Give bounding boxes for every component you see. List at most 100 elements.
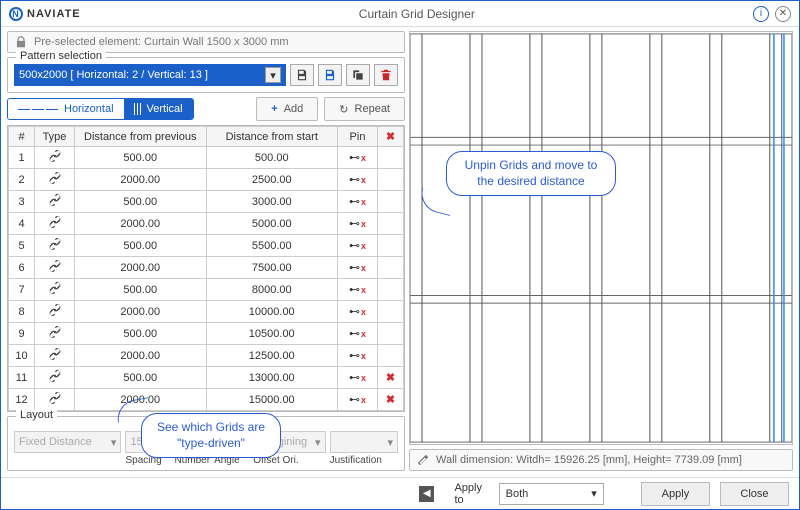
add-button[interactable]: +Add xyxy=(256,97,318,121)
row-type[interactable] xyxy=(35,389,75,411)
row-delete[interactable] xyxy=(378,191,404,213)
row-dstart[interactable]: 12500.00 xyxy=(206,345,338,367)
row-pin[interactable]: ⊷x xyxy=(338,147,378,169)
row-delete[interactable] xyxy=(378,235,404,257)
save-pattern-button[interactable] xyxy=(290,64,314,86)
row-dstart[interactable]: 3000.00 xyxy=(206,191,338,213)
table-row[interactable]: 7500.008000.00⊷x xyxy=(9,279,404,301)
tab-horizontal[interactable]: Horizontal xyxy=(8,99,124,119)
row-type[interactable] xyxy=(35,257,75,279)
row-dstart[interactable]: 15500.00 xyxy=(206,411,338,413)
table-row[interactable]: 11500.0013000.00⊷x✖ xyxy=(9,367,404,389)
table-row[interactable]: 13500.0015500.00⊷x✖ xyxy=(9,411,404,413)
help-icon[interactable]: i xyxy=(753,6,769,22)
row-dstart[interactable]: 2500.00 xyxy=(206,169,338,191)
row-dstart[interactable]: 15000.00 xyxy=(206,389,338,411)
row-delete[interactable] xyxy=(378,169,404,191)
row-dprev[interactable]: 500.00 xyxy=(75,235,207,257)
close-window-icon[interactable]: ✕ xyxy=(775,6,791,22)
row-delete[interactable] xyxy=(378,279,404,301)
applyto-select[interactable]: Both▾ xyxy=(499,483,604,505)
row-delete[interactable] xyxy=(378,301,404,323)
row-dprev[interactable]: 2000.00 xyxy=(75,345,207,367)
row-dprev[interactable]: 2000.00 xyxy=(75,213,207,235)
row-pin[interactable]: ⊷x xyxy=(338,257,378,279)
row-delete[interactable]: ✖ xyxy=(378,411,404,413)
row-type[interactable] xyxy=(35,235,75,257)
row-type[interactable] xyxy=(35,345,75,367)
row-delete[interactable] xyxy=(378,257,404,279)
table-row[interactable]: 5500.005500.00⊷x xyxy=(9,235,404,257)
preview-canvas[interactable] xyxy=(409,31,793,445)
table-row[interactable]: 122000.0015000.00⊷x✖ xyxy=(9,389,404,411)
row-dstart[interactable]: 10000.00 xyxy=(206,301,338,323)
col-delete[interactable]: ✖ xyxy=(378,127,404,147)
row-type[interactable] xyxy=(35,279,75,301)
row-pin[interactable]: ⊷x xyxy=(338,191,378,213)
row-pin[interactable]: ⊷x xyxy=(338,367,378,389)
table-row[interactable]: 102000.0012500.00⊷x xyxy=(9,345,404,367)
table-row[interactable]: 82000.0010000.00⊷x xyxy=(9,301,404,323)
row-dstart[interactable]: 13000.00 xyxy=(206,367,338,389)
row-pin[interactable]: ⊷x xyxy=(338,169,378,191)
row-pin[interactable]: ⊷x xyxy=(338,411,378,413)
duplicate-pattern-button[interactable] xyxy=(346,64,370,86)
row-dstart[interactable]: 5500.00 xyxy=(206,235,338,257)
row-dstart[interactable]: 8000.00 xyxy=(206,279,338,301)
row-type[interactable] xyxy=(35,367,75,389)
row-dstart[interactable]: 500.00 xyxy=(206,147,338,169)
row-dprev[interactable]: 500.00 xyxy=(75,147,207,169)
table-row[interactable]: 1500.00500.00⊷x xyxy=(9,147,404,169)
row-pin[interactable]: ⊷x xyxy=(338,389,378,411)
row-dprev[interactable]: 500.00 xyxy=(75,279,207,301)
row-dprev[interactable]: 500.00 xyxy=(75,367,207,389)
row-delete[interactable] xyxy=(378,323,404,345)
prev-nav-button[interactable]: ◀ xyxy=(419,486,434,502)
delete-pattern-button[interactable] xyxy=(374,64,398,86)
row-pin[interactable]: ⊷x xyxy=(338,235,378,257)
row-dprev[interactable]: 500.00 xyxy=(75,323,207,345)
table-row[interactable]: 22000.002500.00⊷x xyxy=(9,169,404,191)
table-row[interactable]: 3500.003000.00⊷x xyxy=(9,191,404,213)
table-row[interactable]: 9500.0010500.00⊷x xyxy=(9,323,404,345)
row-dprev[interactable]: 2000.00 xyxy=(75,257,207,279)
pattern-select[interactable]: 500x2000 [ Horizontal: 2 / Vertical: 13 … xyxy=(14,64,286,86)
close-button[interactable]: Close xyxy=(720,482,789,506)
row-type[interactable] xyxy=(35,213,75,235)
row-type[interactable] xyxy=(35,147,75,169)
row-type[interactable] xyxy=(35,301,75,323)
row-dprev[interactable]: 2000.00 xyxy=(75,169,207,191)
row-dstart[interactable]: 10500.00 xyxy=(206,323,338,345)
row-delete[interactable] xyxy=(378,213,404,235)
row-delete[interactable]: ✖ xyxy=(378,367,404,389)
col-index[interactable]: # xyxy=(9,127,35,147)
row-pin[interactable]: ⊷x xyxy=(338,301,378,323)
grid-table[interactable]: # Type Distance from previous Distance f… xyxy=(7,125,405,412)
repeat-button[interactable]: ↻Repeat xyxy=(324,97,405,121)
row-type[interactable] xyxy=(35,169,75,191)
row-type[interactable] xyxy=(35,323,75,345)
col-dprev[interactable]: Distance from previous xyxy=(75,127,207,147)
chevron-down-icon[interactable]: ▾ xyxy=(265,67,281,83)
col-pin[interactable]: Pin xyxy=(338,127,378,147)
row-type[interactable] xyxy=(35,191,75,213)
col-type[interactable]: Type xyxy=(35,127,75,147)
row-delete[interactable] xyxy=(378,147,404,169)
row-pin[interactable]: ⊷x xyxy=(338,345,378,367)
row-pin[interactable]: ⊷x xyxy=(338,213,378,235)
layout-just-select[interactable]: ▾ xyxy=(330,431,398,453)
layout-rule-select[interactable]: Fixed Distance▾ xyxy=(14,431,121,453)
table-row[interactable]: 42000.005000.00⊷x xyxy=(9,213,404,235)
row-dprev[interactable]: 500.00 xyxy=(75,191,207,213)
row-delete[interactable]: ✖ xyxy=(378,389,404,411)
tab-vertical[interactable]: Vertical xyxy=(124,99,193,119)
row-delete[interactable] xyxy=(378,345,404,367)
row-pin[interactable]: ⊷x xyxy=(338,323,378,345)
row-dstart[interactable]: 7500.00 xyxy=(206,257,338,279)
saveas-pattern-button[interactable] xyxy=(318,64,342,86)
row-dstart[interactable]: 5000.00 xyxy=(206,213,338,235)
row-dprev[interactable]: 2000.00 xyxy=(75,301,207,323)
apply-button[interactable]: Apply xyxy=(641,482,710,506)
row-pin[interactable]: ⊷x xyxy=(338,279,378,301)
col-dstart[interactable]: Distance from start xyxy=(206,127,338,147)
